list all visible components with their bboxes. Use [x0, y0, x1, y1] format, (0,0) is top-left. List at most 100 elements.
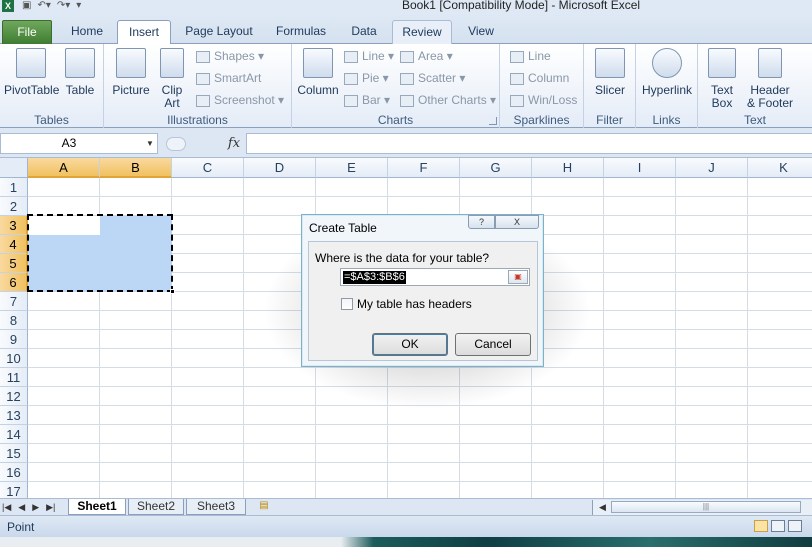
text-box-button[interactable]: Text Box [704, 48, 740, 110]
picture-label: Picture [112, 83, 150, 97]
row-header-9[interactable]: 9 [0, 330, 28, 349]
headers-checkbox-label[interactable]: My table has headers [357, 297, 472, 311]
row-header-12[interactable]: 12 [0, 387, 28, 406]
column-header-f[interactable]: F [388, 158, 460, 178]
smartart-button[interactable]: SmartArt [196, 70, 261, 86]
pie-chart-button[interactable]: Pie ▾ [344, 70, 389, 86]
hyperlink-button[interactable]: Hyperlink [639, 48, 695, 97]
page-break-view-icon[interactable] [788, 520, 802, 532]
first-sheet-icon[interactable]: |◀ [2, 499, 11, 516]
column-header-h[interactable]: H [532, 158, 604, 178]
other-charts-button[interactable]: Other Charts ▾ [400, 92, 496, 108]
group-tables: PivotTable Table Tables [0, 44, 104, 128]
row-header-8[interactable]: 8 [0, 311, 28, 330]
insert-function-button[interactable]: fx [222, 133, 246, 154]
line-chart-button[interactable]: Line ▾ [344, 48, 394, 64]
ribbon: PivotTable Table Tables Picture Clip Art… [0, 44, 812, 128]
help-icon[interactable]: ? [468, 215, 495, 229]
clip-art-button[interactable]: Clip Art [156, 48, 188, 110]
row-header-3[interactable]: 3 [0, 216, 28, 235]
prev-sheet-icon[interactable]: ◀ [18, 499, 25, 516]
tab-data[interactable]: Data [340, 20, 388, 44]
formula-input[interactable] [246, 133, 812, 154]
row-header-4[interactable]: 4 [0, 235, 28, 254]
name-box[interactable]: A3 [0, 133, 158, 154]
next-sheet-icon[interactable]: ▶ [32, 499, 39, 516]
sheet-tab-3[interactable]: Sheet3 [186, 499, 246, 515]
column-header-k[interactable]: K [748, 158, 812, 178]
view-switcher [754, 520, 802, 532]
tab-formulas[interactable]: Formulas [268, 20, 334, 44]
ok-button[interactable]: OK [372, 333, 448, 356]
bar-chart-button[interactable]: Bar ▾ [344, 92, 390, 108]
row-header-11[interactable]: 11 [0, 368, 28, 387]
pivottable-button[interactable]: PivotTable [4, 48, 59, 97]
column-header-e[interactable]: E [316, 158, 388, 178]
slicer-button[interactable]: Slicer [590, 48, 630, 97]
range-input[interactable]: =$A$3:$B$6 ▣ [340, 268, 530, 286]
group-sparklines: Line Column Win/Loss Sparklines [500, 44, 584, 128]
charts-dialog-launcher-icon[interactable] [489, 117, 497, 125]
table-button[interactable]: Table [62, 48, 98, 97]
name-box-dropdown-icon[interactable]: ▼ [143, 133, 157, 154]
last-sheet-icon[interactable]: ▶| [46, 499, 55, 516]
shapes-icon [196, 50, 210, 63]
formula-expand-handle-icon[interactable] [166, 137, 186, 151]
tab-home[interactable]: Home [60, 20, 114, 44]
sparkline-winloss-button[interactable]: Win/Loss [510, 92, 577, 108]
fill-handle[interactable] [170, 289, 175, 294]
pie-chart-label: Pie [362, 71, 380, 85]
column-header-a[interactable]: A [28, 158, 100, 178]
tab-page-layout[interactable]: Page Layout [180, 20, 258, 44]
formula-bar: A3 ▼ fx [0, 128, 812, 158]
tab-insert[interactable]: Insert [117, 20, 171, 45]
column-header-g[interactable]: G [460, 158, 532, 178]
area-chart-button[interactable]: Area ▾ [400, 48, 453, 64]
scatter-chart-button[interactable]: Scatter ▾ [400, 70, 465, 86]
horizontal-scrollbar[interactable]: ◀ ||| [592, 500, 812, 515]
shapes-button[interactable]: Shapes ▾ [196, 48, 264, 64]
sparkline-column-button[interactable]: Column [510, 70, 569, 86]
tab-file[interactable]: File [2, 20, 52, 44]
range-value: =$A$3:$B$6 [343, 271, 406, 284]
row-header-7[interactable]: 7 [0, 292, 28, 311]
tab-view[interactable]: View [458, 20, 504, 44]
sheet-tab-1[interactable]: Sheet1 [68, 499, 126, 515]
column-header-b[interactable]: B [100, 158, 172, 178]
scroll-left-icon[interactable]: ◀ [599, 500, 606, 515]
normal-view-icon[interactable] [754, 520, 768, 532]
picture-button[interactable]: Picture [110, 48, 152, 97]
page-layout-view-icon[interactable] [771, 520, 785, 532]
column-chart-button[interactable]: Column [296, 48, 340, 97]
group-label-text: Text [743, 113, 766, 127]
row-header-5[interactable]: 5 [0, 254, 28, 273]
row-header-15[interactable]: 15 [0, 444, 28, 463]
column-header-d[interactable]: D [244, 158, 316, 178]
scroll-thumb[interactable]: ||| [611, 501, 801, 513]
column-header-c[interactable]: C [172, 158, 244, 178]
row-header-16[interactable]: 16 [0, 463, 28, 482]
row-header-6[interactable]: 6 [0, 273, 28, 292]
sheet-tab-2[interactable]: Sheet2 [128, 499, 184, 515]
column-header-i[interactable]: I [604, 158, 676, 178]
row-header-13[interactable]: 13 [0, 406, 28, 425]
header-footer-button[interactable]: Header & Footer [744, 48, 796, 110]
column-header-j[interactable]: J [676, 158, 748, 178]
bar-chart-icon [344, 94, 358, 107]
select-all-corner[interactable] [0, 158, 28, 178]
cancel-button[interactable]: Cancel [455, 333, 531, 356]
text-box-label-1: Text [710, 83, 733, 97]
close-icon[interactable]: X [495, 215, 539, 229]
insert-sheet-icon[interactable]: ▤ [254, 500, 274, 514]
collapse-dialog-icon[interactable]: ▣ [508, 270, 528, 284]
screenshot-button[interactable]: Screenshot ▾ [196, 92, 284, 108]
row-header-17[interactable]: 17 [0, 482, 28, 498]
row-header-14[interactable]: 14 [0, 425, 28, 444]
tab-review[interactable]: Review [392, 20, 452, 44]
row-header-10[interactable]: 10 [0, 349, 28, 368]
headers-checkbox[interactable] [341, 298, 353, 310]
sparkline-line-button[interactable]: Line [510, 48, 551, 64]
row-header-2[interactable]: 2 [0, 197, 28, 216]
pivottable-icon [16, 48, 46, 78]
row-header-1[interactable]: 1 [0, 178, 28, 197]
